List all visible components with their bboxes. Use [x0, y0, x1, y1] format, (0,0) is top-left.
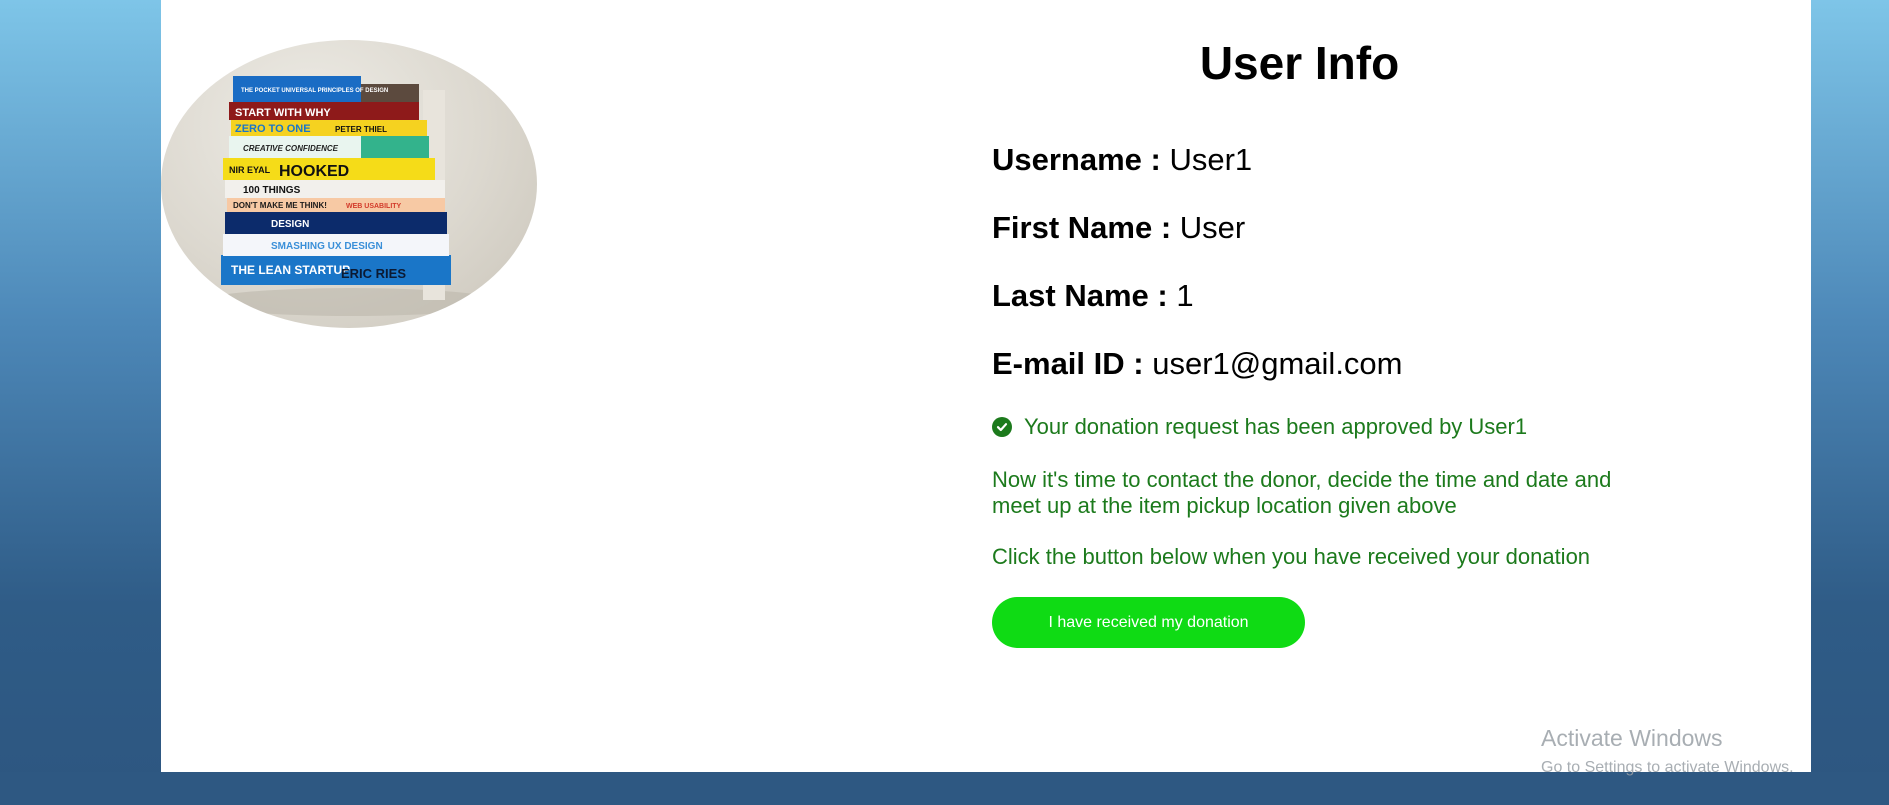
- check-circle-icon: [992, 417, 1012, 437]
- first-name-row: First Name : User: [992, 210, 1245, 246]
- spine-creative-confidence: CREATIVE CONFIDENCE: [243, 144, 339, 153]
- page-title: User Info: [1199, 37, 1400, 89]
- approval-status: Your donation request has been approved …: [992, 414, 1527, 440]
- spine-web-usability: WEB USABILITY: [346, 203, 402, 210]
- received-donation-button[interactable]: I have received my donation: [992, 597, 1305, 648]
- spine-100-things: 100 THINGS: [243, 185, 301, 196]
- spine-hooked: HOOKED: [279, 163, 349, 180]
- email-row: E-mail ID : user1@gmail.com: [992, 346, 1403, 382]
- first-name-label: First Name :: [992, 210, 1172, 245]
- watermark-title: Activate Windows: [1541, 725, 1723, 751]
- spine-lean-startup: THE LEAN STARTUP: [231, 263, 350, 277]
- spine-smashing-ux: SMASHING UX DESIGN: [271, 241, 383, 252]
- username-label: Username :: [992, 142, 1161, 177]
- spine-dont-make-me-think: DON'T MAKE ME THINK!: [233, 201, 327, 210]
- username-value: User1: [1169, 142, 1253, 177]
- spine-eric-ries: ERIC RIES: [341, 266, 406, 281]
- spine-nir-eyal: NIR EYAL: [229, 165, 271, 175]
- approval-message: Your donation request has been approved …: [1024, 414, 1528, 439]
- spine-zero-to-one: ZERO TO ONE: [235, 123, 311, 135]
- spine-start-with-why: START WITH WHY: [235, 107, 331, 119]
- spine-design: DESIGN: [271, 219, 309, 230]
- book-stack-illustration: THE LEAN STARTUP ERIC RIES SMASHING UX D…: [201, 76, 501, 316]
- instruction-message: Click the button below when you have rec…: [992, 544, 1591, 569]
- spine-pocket-principles: THE POCKET UNIVERSAL PRINCIPLES OF DESIG…: [241, 88, 388, 94]
- username-row: Username : User1: [992, 142, 1252, 178]
- email-value: user1@gmail.com: [1152, 346, 1403, 381]
- email-label: E-mail ID :: [992, 346, 1144, 381]
- last-name-label: Last Name :: [992, 278, 1168, 313]
- contact-donor-message: Now it's time to contact the donor, deci…: [992, 467, 1612, 518]
- spine-peter-thiel: PETER THIEL: [335, 125, 387, 134]
- activate-windows-watermark: Activate Windows Go to Settings to activ…: [1541, 724, 1794, 778]
- last-name-value: 1: [1176, 278, 1194, 313]
- watermark-subtitle: Go to Settings to activate Windows.: [1541, 759, 1794, 776]
- book-stack-image: THE LEAN STARTUP ERIC RIES SMASHING UX D…: [161, 40, 537, 328]
- last-name-row: Last Name : 1: [992, 278, 1194, 314]
- first-name-value: User: [1179, 210, 1246, 245]
